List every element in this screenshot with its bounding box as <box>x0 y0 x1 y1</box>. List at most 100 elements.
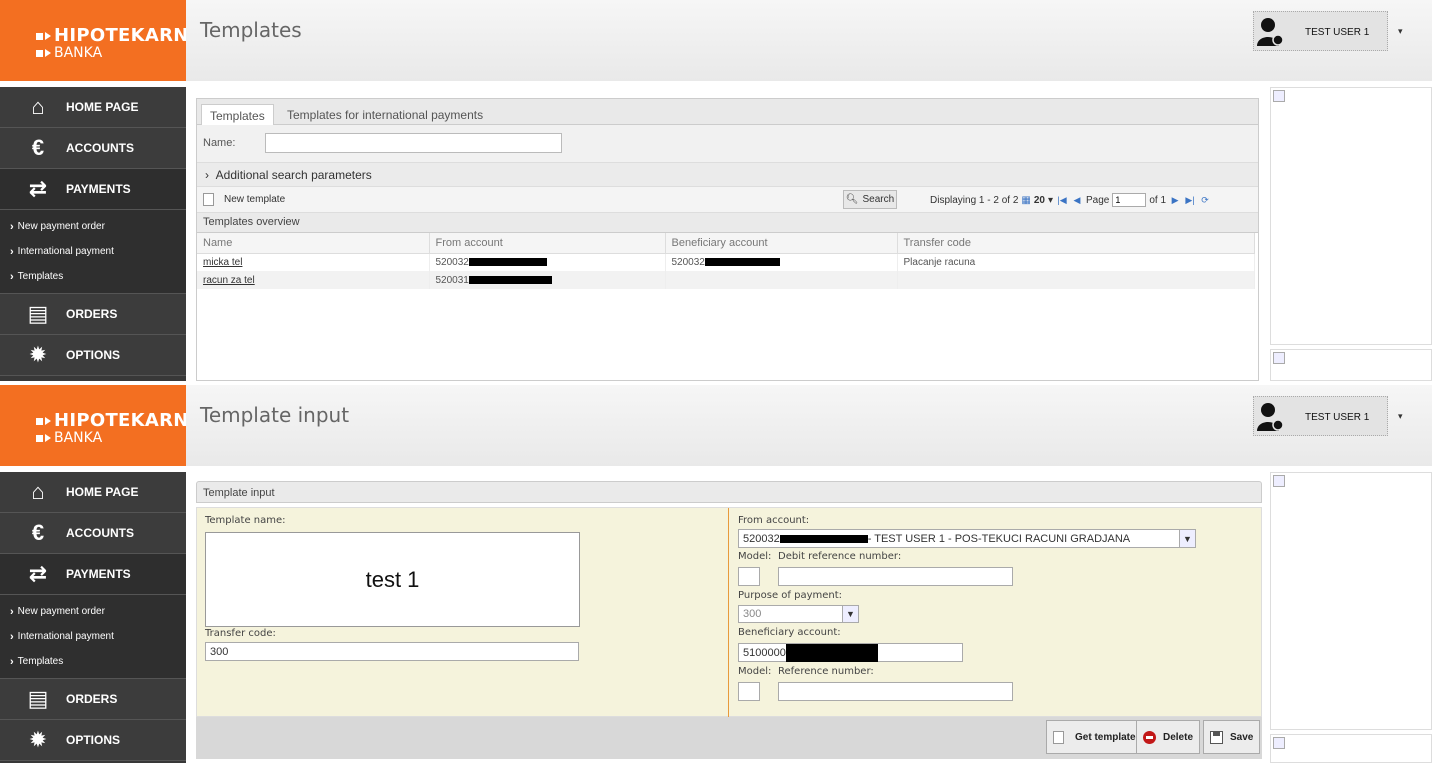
redaction-bar <box>704 258 780 267</box>
model2-input[interactable] <box>738 682 760 701</box>
payments-submenu: › New payment order › International paymen… <box>0 210 186 294</box>
chevron-right-icon: › <box>10 220 14 233</box>
nav-home[interactable]: ⌂ HOME PAGE <box>0 87 186 128</box>
template-input-content: Template input Template name: test 1 Tra… <box>196 481 1262 763</box>
nav-orders-label: ORDERS <box>66 307 118 321</box>
bank-logo[interactable]: HIPOTEKARNA BANKA <box>0 385 203 466</box>
model2-label: Model: <box>738 666 772 677</box>
col-transfer-code[interactable]: Transfer code <box>897 233 1255 254</box>
nav-orders-label: ORDERS <box>66 692 118 706</box>
nav-options-label: OPTIONS <box>66 733 121 747</box>
table-row[interactable]: racun za tel 520031 <box>197 271 1255 289</box>
templates-screen: HIPOTEKARNA BANKA Templates TEST USER 1 … <box>0 0 1432 381</box>
search-button[interactable]: 🔍︎ Search <box>843 190 897 209</box>
get-template-button[interactable]: Get template <box>1046 720 1143 754</box>
templates-overview-title: Templates overview <box>197 213 1258 233</box>
subnav-templates[interactable]: › Templates <box>0 264 186 289</box>
template-link[interactable]: micka tel <box>203 257 242 268</box>
document-icon <box>1053 730 1064 744</box>
user-caret-icon[interactable]: ▾ <box>1398 26 1403 37</box>
first-page-icon[interactable]: |◀ <box>1056 194 1068 207</box>
nav-accounts-label: ACCOUNTS <box>66 526 134 540</box>
purpose-value: 300 <box>743 608 762 620</box>
subnav-new-payment-order[interactable]: › New payment order <box>0 214 186 239</box>
nav-payments-label: PAYMENTS <box>66 182 131 196</box>
broken-image-icon <box>1273 737 1285 749</box>
chevron-right-icon: › <box>205 168 209 182</box>
page-size-caret-icon[interactable]: ▾ <box>1048 195 1053 206</box>
prev-page-icon[interactable]: ◀ <box>1071 194 1083 207</box>
transfer-code-input[interactable]: 300 <box>205 642 579 661</box>
banner-placeholder <box>1270 472 1432 730</box>
nav-accounts[interactable]: € ACCOUNTS <box>0 128 186 169</box>
debit-reference-input[interactable] <box>778 567 1013 586</box>
templates-table: Name From account Beneficiary account Tr… <box>197 233 1255 289</box>
new-template-button[interactable]: New template <box>203 193 285 206</box>
tab-international-templates[interactable]: Templates for international payments <box>279 104 491 125</box>
chevron-down-icon[interactable]: ▼ <box>842 606 858 622</box>
template-name-field[interactable]: test 1 <box>205 532 580 627</box>
nav-options[interactable]: ✹ OPTIONS <box>0 720 186 761</box>
user-menu[interactable]: TEST USER 1 <box>1253 11 1388 51</box>
subnav-new-payment-order[interactable]: › New payment order <box>0 599 186 624</box>
chevron-down-icon[interactable]: ▼ <box>1179 530 1195 547</box>
chevron-right-icon: › <box>10 270 14 283</box>
model-input[interactable] <box>738 567 760 586</box>
subnav-international-payment[interactable]: › International payment <box>0 239 186 264</box>
last-page-icon[interactable]: ▶| <box>1184 194 1196 207</box>
transfer-code-label: Transfer code: <box>205 628 276 639</box>
transfer-code-cell <box>897 271 1255 289</box>
sidebar: ⌂ HOME PAGE € ACCOUNTS ⇄ PAYMENTS › New paym… <box>0 472 186 763</box>
nav-payments[interactable]: ⇄ PAYMENTS <box>0 554 186 595</box>
template-link[interactable]: racun za tel <box>203 275 255 286</box>
name-input[interactable] <box>265 133 562 153</box>
next-page-icon[interactable]: ▶ <box>1169 194 1181 207</box>
nav-options[interactable]: ✹ OPTIONS <box>0 335 186 376</box>
user-menu[interactable]: TEST USER 1 <box>1253 396 1388 436</box>
magnifier-icon: 🔍︎ <box>845 194 859 205</box>
gear-icon: ✹ <box>28 727 48 752</box>
beneficiary-account-input[interactable]: 5100000 <box>738 643 963 662</box>
delete-button[interactable]: Delete <box>1136 720 1201 754</box>
broken-image-icon <box>1273 352 1285 364</box>
reference-number-label: Reference number: <box>778 666 874 677</box>
reference-number-input[interactable] <box>778 682 1013 701</box>
purpose-select[interactable]: 300 ▼ <box>738 605 859 623</box>
table-row[interactable]: micka tel 520032 520032 Placanje racuna <box>197 253 1255 271</box>
tab-templates[interactable]: Templates <box>201 104 274 125</box>
nav-orders[interactable]: ▤ ORDERS <box>0 294 186 335</box>
col-from-account[interactable]: From account <box>429 233 666 254</box>
col-name[interactable]: Name <box>197 233 430 254</box>
subnav-label: International payment <box>17 246 114 257</box>
subnav-label: New payment order <box>17 606 105 617</box>
col-beneficiary-account[interactable]: Beneficiary account <box>665 233 898 254</box>
save-button[interactable]: Save <box>1203 720 1261 754</box>
purpose-label: Purpose of payment: <box>738 590 843 601</box>
from-account-label: From account: <box>738 515 810 526</box>
templates-content: Templates Templates for international pa… <box>196 98 1259 381</box>
page-number-input[interactable] <box>1112 193 1147 207</box>
page-title: Template input <box>200 403 350 427</box>
refresh-icon[interactable]: ⟳ <box>1199 194 1211 207</box>
nav-orders[interactable]: ▤ ORDERS <box>0 679 186 720</box>
from-account-select[interactable]: 520032 - TEST USER 1 - POS-TEKUCI RACUNI … <box>738 529 1196 548</box>
nav-accounts[interactable]: € ACCOUNTS <box>0 513 186 554</box>
nav-options-label: OPTIONS <box>66 348 121 362</box>
beneficiary-account-label: Beneficiary account: <box>738 627 841 638</box>
page-size-select[interactable]: 20 <box>1034 195 1045 206</box>
from-account-value: 520032 <box>435 256 469 268</box>
receipt-icon: ▤ <box>27 686 49 711</box>
from-account-prefix: 520032 <box>743 532 780 545</box>
nav-payments[interactable]: ⇄ PAYMENTS <box>0 169 186 210</box>
nav-home[interactable]: ⌂ HOME PAGE <box>0 472 186 513</box>
user-caret-icon[interactable]: ▾ <box>1398 411 1403 422</box>
subnav-templates[interactable]: › Templates <box>0 649 186 674</box>
subnav-international-payment[interactable]: › International payment <box>0 624 186 649</box>
home-icon: ⌂ <box>31 479 45 504</box>
user-avatar-icon <box>1257 18 1283 46</box>
additional-search-toggle[interactable]: › Additional search parameters <box>197 163 1258 187</box>
banner-placeholder <box>1270 87 1432 345</box>
bank-logo[interactable]: HIPOTEKARNA BANKA <box>0 0 203 81</box>
displaying-text: Displaying 1 - 2 of 2 <box>930 194 1019 206</box>
nav-home-label: HOME PAGE <box>66 485 139 499</box>
